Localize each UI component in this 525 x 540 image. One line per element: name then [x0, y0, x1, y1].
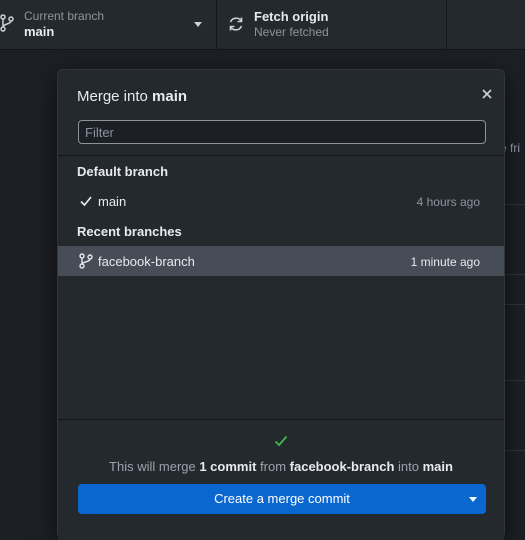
sync-icon — [229, 17, 243, 31]
divider — [58, 155, 504, 156]
dialog-footer: This will merge 1 commit from facebook-b… — [58, 420, 504, 540]
check-icon — [80, 196, 92, 207]
branch-name: facebook-branch — [98, 254, 195, 269]
background-divider — [505, 274, 525, 275]
branch-time: 1 minute ago — [410, 255, 480, 269]
current-branch-label: Current branch — [24, 9, 105, 23]
background-divider — [505, 380, 525, 381]
merge-summary: This will merge 1 commit from facebook-b… — [58, 459, 504, 474]
dialog-title-branch: main — [152, 88, 188, 105]
dialog-title: Merge into main — [77, 88, 187, 105]
merge-button-label: Create a merge commit — [214, 491, 350, 506]
close-icon[interactable] — [478, 85, 496, 103]
summary-count: 1 commit — [199, 459, 257, 474]
create-merge-commit-button[interactable]: Create a merge commit — [78, 484, 486, 514]
fetch-status: Never fetched — [254, 25, 329, 39]
merge-dialog: Merge into main Default branch main 4 ho… — [57, 69, 505, 540]
summary-text: into — [394, 459, 423, 474]
branch-icon — [0, 14, 14, 32]
background-divider — [505, 204, 525, 205]
toolbar: Current branch main Fetch origin Never f… — [0, 0, 525, 50]
current-branch-name: main — [24, 24, 55, 39]
summary-text: from — [256, 459, 290, 474]
branch-time: 4 hours ago — [416, 195, 480, 209]
branch-row-facebook-branch[interactable]: facebook-branch 1 minute ago — [58, 246, 504, 276]
fetch-origin-title: Fetch origin — [254, 9, 329, 24]
caret-down-icon[interactable] — [469, 497, 477, 502]
git-branch-icon — [79, 253, 93, 269]
recent-branches-heading: Recent branches — [77, 224, 182, 239]
chevron-down-icon — [194, 22, 202, 27]
filter-input[interactable] — [78, 120, 486, 144]
summary-text: This will merge — [109, 459, 200, 474]
summary-from-branch: facebook-branch — [289, 459, 395, 474]
dialog-title-prefix: Merge into — [77, 88, 153, 105]
default-branch-heading: Default branch — [77, 164, 169, 179]
current-branch-button[interactable]: Current branch main — [0, 0, 217, 50]
branch-row-main[interactable]: main 4 hours ago — [58, 186, 504, 216]
branch-name: main — [98, 194, 127, 209]
background-divider — [505, 450, 525, 451]
checkmark-icon — [274, 435, 288, 447]
background-divider — [505, 304, 525, 305]
summary-into-branch: main — [422, 459, 453, 474]
fetch-origin-button[interactable]: Fetch origin Never fetched — [217, 0, 447, 50]
